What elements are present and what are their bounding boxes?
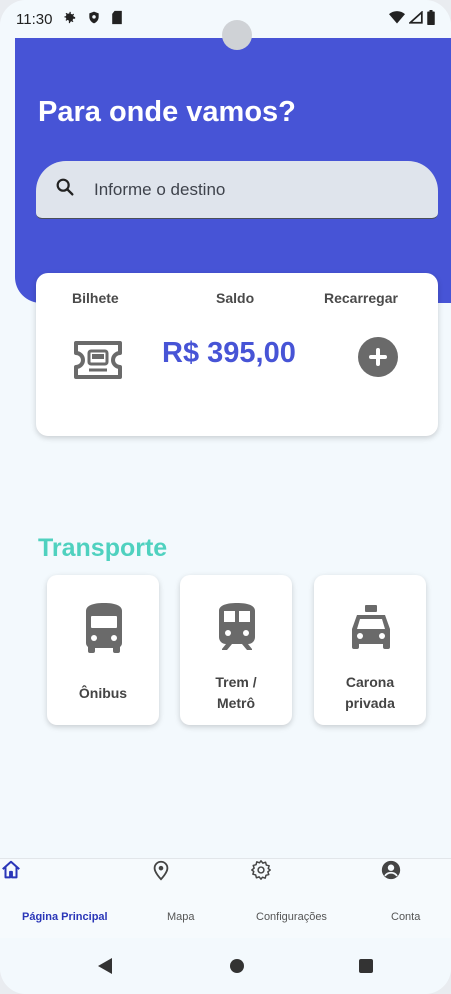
sd-card-icon <box>111 10 123 29</box>
map-pin-icon <box>150 860 172 885</box>
nav-item-home[interactable]: Página Principal <box>0 859 115 939</box>
transport-train-label-line1: Trem / <box>215 674 257 690</box>
transport-train-label-line2: Metrô <box>216 695 256 711</box>
home-icon <box>0 860 22 885</box>
nav-label-account: Conta <box>391 911 421 923</box>
home-circle-icon[interactable] <box>230 959 244 973</box>
status-time: 11:30 <box>16 10 53 28</box>
recharge-add-button[interactable] <box>358 337 398 377</box>
ticket-icon[interactable] <box>72 339 124 381</box>
transport-section-title: Transporte <box>38 534 168 562</box>
nav-item-settings[interactable]: Configurações <box>250 859 340 939</box>
ticket-label: Bilhete <box>72 290 119 306</box>
search-icon <box>54 176 76 203</box>
recent-apps-icon[interactable] <box>359 959 373 973</box>
search-bar[interactable] <box>36 161 438 219</box>
settings-notification-icon <box>62 10 77 29</box>
destination-search-input[interactable] <box>94 179 394 200</box>
battery-icon <box>427 9 435 29</box>
wifi-icon <box>389 10 405 28</box>
nav-label-settings: Configurações <box>256 911 327 923</box>
transport-rideshare-label-line2: privada <box>345 695 395 711</box>
recharge-label: Recarregar <box>324 290 398 306</box>
signal-icon <box>407 9 423 28</box>
account-icon <box>380 860 402 885</box>
system-navigation-bar <box>0 938 451 994</box>
nav-item-account[interactable]: Conta <box>380 859 440 939</box>
shield-notification-icon <box>87 10 101 29</box>
back-icon[interactable] <box>98 958 112 974</box>
transport-bus-tile[interactable]: Ônibus <box>47 575 159 725</box>
phone-screen: 11:30 Para onde vamos? Informe o destino… <box>0 0 451 994</box>
ticket-balance-card: Bilhete Saldo Recarregar R$ 395,00 <box>36 273 438 436</box>
transport-rideshare-label-line1: Carona <box>345 674 395 690</box>
page-title: Para onde vamos? <box>38 96 296 128</box>
transport-train-tile[interactable]: Trem / Metrô <box>180 575 292 725</box>
nav-label-map: Mapa <box>167 911 195 923</box>
gear-icon <box>250 860 272 885</box>
camera-cutout <box>222 20 252 50</box>
transport-bus-label: Ônibus <box>78 685 128 701</box>
nav-label-home: Página Principal <box>22 911 108 923</box>
balance-value: R$ 395,00 <box>162 337 296 369</box>
nav-item-map[interactable]: Mapa <box>150 859 220 939</box>
bottom-navigation: Página Principal Mapa Configurações Cont… <box>0 858 451 938</box>
transport-rideshare-tile[interactable]: Carona privada <box>314 575 426 725</box>
balance-label: Saldo <box>216 290 255 306</box>
